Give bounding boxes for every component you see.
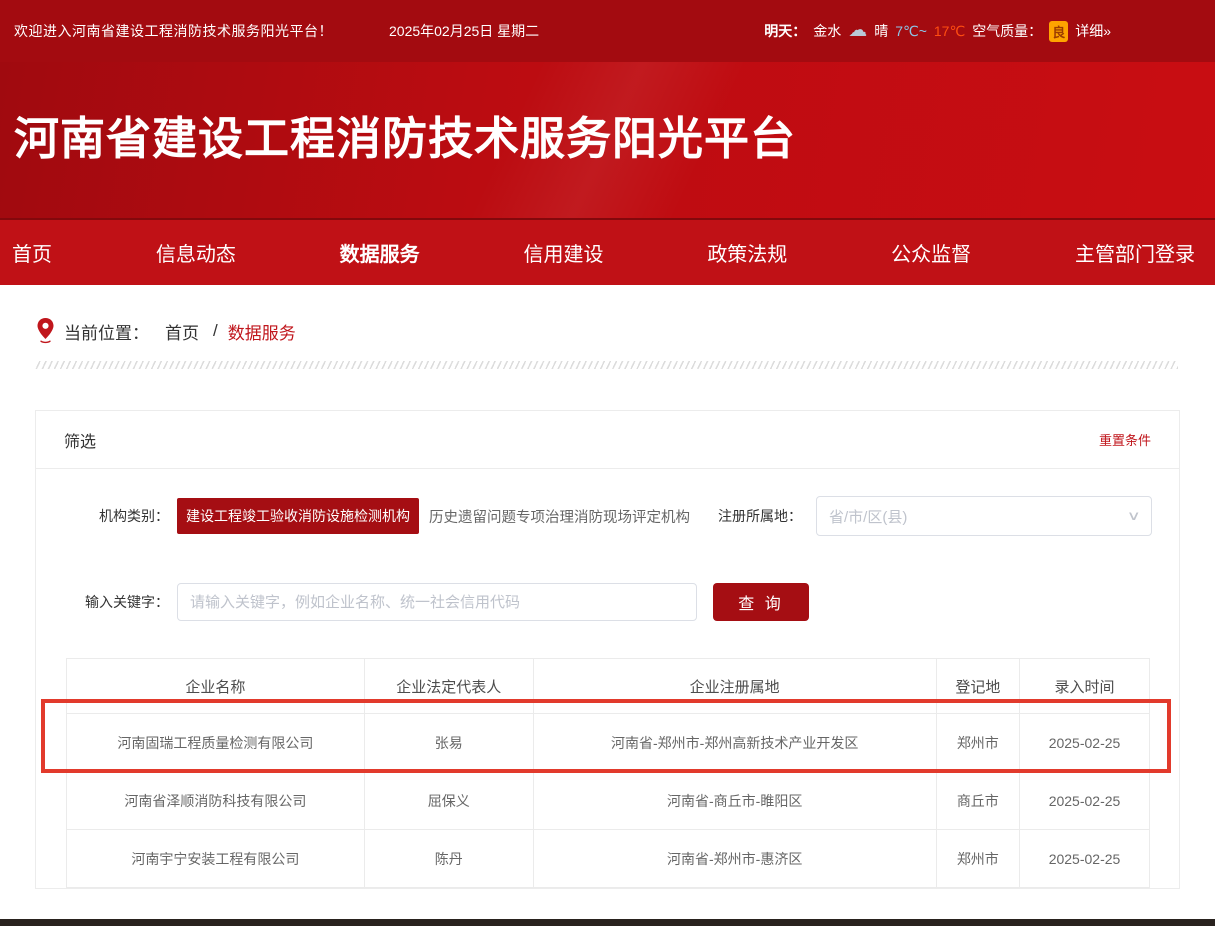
column-header-0: 企业名称 bbox=[67, 659, 365, 714]
topbar: 欢迎进入河南省建设工程消防技术服务阳光平台！ 2025年02月25日 星期二 明… bbox=[0, 0, 1215, 62]
breadcrumb-home[interactable]: 首页 bbox=[165, 319, 199, 344]
temp-low: 7℃~ bbox=[895, 23, 927, 40]
table-cell: 陈丹 bbox=[364, 830, 533, 888]
date-text: 2025年02月25日 星期二 bbox=[389, 21, 539, 41]
table-cell: 郑州市 bbox=[936, 830, 1019, 888]
table-row-0: 河南固瑞工程质量检测有限公司张易河南省-郑州市-郑州高新技术产业开发区郑州市20… bbox=[67, 714, 1150, 772]
weather-label: 明天： bbox=[764, 21, 806, 41]
weather-condition: 晴 bbox=[874, 21, 888, 41]
nav-item-0[interactable]: 首页 bbox=[12, 238, 52, 267]
table-header-row: 企业名称企业法定代表人企业注册属地登记地录入时间 bbox=[67, 659, 1150, 714]
table-cell: 河南宇宁安装工程有限公司 bbox=[67, 830, 365, 888]
table-cell: 河南固瑞工程质量检测有限公司 bbox=[67, 714, 365, 772]
bottom-edge-bar bbox=[0, 919, 1215, 926]
table-cell: 2025-02-25 bbox=[1020, 714, 1150, 772]
table-row-1: 河南省泽顺消防科技有限公司屈保义河南省-商丘市-睢阳区商丘市2025-02-25 bbox=[67, 772, 1150, 830]
table-cell: 郑州市 bbox=[936, 714, 1019, 772]
chevron-down-icon: ∨ bbox=[1127, 508, 1141, 524]
table-cell: 河南省-郑州市-惠济区 bbox=[533, 830, 936, 888]
breadcrumb: 当前位置： 首页 / 数据服务 bbox=[37, 318, 1215, 344]
search-button[interactable]: 查 询 bbox=[713, 583, 809, 621]
nav-item-6[interactable]: 主管部门登录 bbox=[1075, 238, 1195, 267]
nav-item-3[interactable]: 信用建设 bbox=[523, 238, 603, 267]
table-cell: 河南省-商丘市-睢阳区 bbox=[533, 772, 936, 830]
filter-panel-header: 筛选 重置条件 bbox=[36, 411, 1179, 469]
column-header-1: 企业法定代表人 bbox=[364, 659, 533, 714]
main-nav: 首页 信息动态 数据服务 信用建设 政策法规 公众监督 主管部门登录 bbox=[0, 218, 1215, 285]
category-options: 建设工程竣工验收消防设施检测机构历史遗留问题专项治理消防现场评定机构 bbox=[169, 498, 690, 534]
breadcrumb-separator: / bbox=[213, 321, 218, 341]
table-cell: 河南省泽顺消防科技有限公司 bbox=[67, 772, 365, 830]
category-option-1[interactable]: 历史遗留问题专项治理消防现场评定机构 bbox=[429, 506, 690, 527]
category-label: 机构类别： bbox=[63, 506, 169, 526]
keyword-filter-row: 输入关键字： 查 询 bbox=[63, 583, 1152, 621]
table-cell: 河南省-郑州市-郑州高新技术产业开发区 bbox=[533, 714, 936, 772]
hatch-divider bbox=[35, 361, 1178, 369]
nav-item-4[interactable]: 政策法规 bbox=[707, 238, 787, 267]
table-cell: 2025-02-25 bbox=[1020, 830, 1150, 888]
filter-panel: 筛选 重置条件 机构类别： 建设工程竣工验收消防设施检测机构历史遗留问题专项治理… bbox=[35, 410, 1180, 889]
region-label: 注册所属地： bbox=[718, 506, 802, 526]
reset-filters-link[interactable]: 重置条件 bbox=[1099, 430, 1151, 449]
location-pin-icon bbox=[37, 318, 54, 344]
rain-cloud-icon: ☁ bbox=[848, 21, 867, 40]
nav-item-2[interactable]: 数据服务 bbox=[340, 238, 420, 267]
site-title: 河南省建设工程消防技术服务阳光平台 bbox=[0, 62, 1215, 167]
results-table: 企业名称企业法定代表人企业注册属地登记地录入时间 河南固瑞工程质量检测有限公司张… bbox=[66, 658, 1150, 888]
welcome-text: 欢迎进入河南省建设工程消防技术服务阳光平台！ bbox=[14, 21, 333, 41]
page: 欢迎进入河南省建设工程消防技术服务阳光平台！ 2025年02月25日 星期二 明… bbox=[0, 0, 1215, 926]
site-header: 河南省建设工程消防技术服务阳光平台 bbox=[0, 62, 1215, 218]
table-cell: 商丘市 bbox=[936, 772, 1019, 830]
weather-detail-link[interactable]: 详细» bbox=[1075, 21, 1111, 41]
aqi-label: 空气质量： bbox=[972, 21, 1042, 41]
category-option-0[interactable]: 建设工程竣工验收消防设施检测机构 bbox=[177, 498, 419, 534]
keyword-label: 输入关键字： bbox=[63, 592, 169, 612]
column-header-3: 登记地 bbox=[936, 659, 1019, 714]
region-filter-group: 注册所属地： 省/市/区(县) ∨ bbox=[718, 496, 1152, 536]
nav-item-5[interactable]: 公众监督 bbox=[891, 238, 971, 267]
breadcrumb-current: 数据服务 bbox=[228, 319, 296, 344]
region-select[interactable]: 省/市/区(县) ∨ bbox=[816, 496, 1152, 536]
results-table-wrap: 企业名称企业法定代表人企业注册属地登记地录入时间 河南固瑞工程质量检测有限公司张… bbox=[66, 658, 1150, 888]
filter-title: 筛选 bbox=[64, 428, 96, 452]
filter-panel-body: 机构类别： 建设工程竣工验收消防设施检测机构历史遗留问题专项治理消防现场评定机构… bbox=[36, 469, 1179, 888]
keyword-input[interactable] bbox=[177, 583, 697, 621]
table-cell: 屈保义 bbox=[364, 772, 533, 830]
table-cell: 2025-02-25 bbox=[1020, 772, 1150, 830]
temp-high: 17℃ bbox=[934, 23, 965, 40]
column-header-4: 录入时间 bbox=[1020, 659, 1150, 714]
region-select-placeholder: 省/市/区(县) bbox=[829, 506, 907, 527]
weather-district: 金水 bbox=[813, 21, 841, 41]
nav-item-1[interactable]: 信息动态 bbox=[156, 238, 236, 267]
table-row-2: 河南宇宁安装工程有限公司陈丹河南省-郑州市-惠济区郑州市2025-02-25 bbox=[67, 830, 1150, 888]
breadcrumb-label: 当前位置： bbox=[64, 319, 149, 344]
aqi-badge: 良 bbox=[1049, 21, 1068, 42]
table-cell: 张易 bbox=[364, 714, 533, 772]
weather-widget: 明天： 金水 ☁ 晴 7℃~ 17℃ 空气质量： 良 详细» bbox=[764, 21, 1111, 42]
column-header-2: 企业注册属地 bbox=[533, 659, 936, 714]
category-filter-row: 机构类别： 建设工程竣工验收消防设施检测机构历史遗留问题专项治理消防现场评定机构… bbox=[63, 496, 1152, 536]
